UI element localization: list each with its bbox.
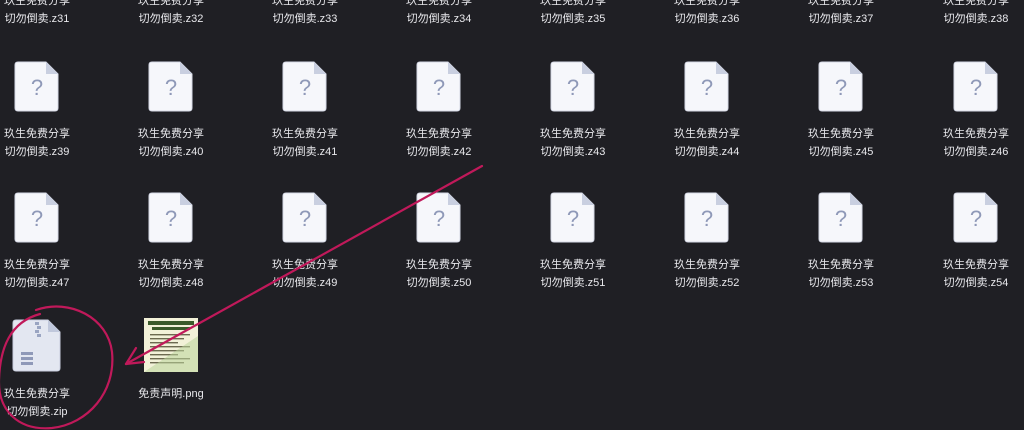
svg-text:?: ? — [433, 206, 445, 231]
file-item[interactable]: ? 玖生免费分享 切勿倒卖.z50 — [380, 0, 498, 430]
file-name-line-1: 玖生免费分享 — [540, 259, 606, 271]
unknown-file-icon: ? — [282, 191, 328, 243]
unknown-file-icon: ? — [684, 191, 730, 243]
file-name-line-2: 切勿倒卖.zip — [6, 406, 68, 418]
file-name-line-2: 切勿倒卖.z51 — [540, 277, 606, 289]
file-item-zip[interactable]: 玖生免费分享 切勿倒卖.zip — [0, 0, 96, 430]
file-browser-grid: ? 玖生免费分享切勿倒卖.z31 ? 玖生免费分享切勿倒卖.z32 ? 玖生免费… — [0, 0, 1024, 430]
file-item-png[interactable]: 免责声明.png — [112, 0, 230, 430]
file-name-line-1: 玖生免费分享 — [808, 259, 874, 271]
file-item[interactable]: ? 玖生免费分享 切勿倒卖.z52 — [648, 0, 766, 430]
image-thumbnail — [144, 318, 198, 372]
file-name: 免责声明.png — [138, 388, 204, 400]
file-name-line-1: 玖生免费分享 — [943, 259, 1009, 271]
file-item[interactable]: ? 玖生免费分享 切勿倒卖.z54 — [917, 0, 1024, 430]
svg-text:?: ? — [299, 206, 311, 231]
unknown-file-icon: ? — [818, 191, 864, 243]
file-name-line-2: 切勿倒卖.z52 — [674, 277, 740, 289]
file-item[interactable]: ? 玖生免费分享 切勿倒卖.z53 — [782, 0, 900, 430]
file-name-line-2: 切勿倒卖.z53 — [808, 277, 874, 289]
file-name-line-2: 切勿倒卖.z49 — [272, 277, 338, 289]
file-name-line-2: 切勿倒卖.z50 — [406, 277, 472, 289]
svg-text:?: ? — [701, 206, 713, 231]
file-name-line-1: 玖生免费分享 — [4, 388, 70, 400]
svg-text:?: ? — [567, 206, 579, 231]
file-name-line-2: 切勿倒卖.z54 — [943, 277, 1009, 289]
unknown-file-icon: ? — [550, 191, 596, 243]
file-name-line-1: 玖生免费分享 — [674, 259, 740, 271]
zip-archive-icon — [12, 318, 62, 372]
file-name-line-1: 玖生免费分享 — [272, 259, 338, 271]
svg-text:?: ? — [970, 206, 982, 231]
svg-text:?: ? — [835, 206, 847, 231]
file-name-line-1: 玖生免费分享 — [406, 259, 472, 271]
unknown-file-icon: ? — [953, 191, 999, 243]
unknown-file-icon: ? — [416, 191, 462, 243]
file-item[interactable]: ? 玖生免费分享 切勿倒卖.z51 — [514, 0, 632, 430]
file-item[interactable]: ? 玖生免费分享 切勿倒卖.z49 — [246, 0, 364, 430]
